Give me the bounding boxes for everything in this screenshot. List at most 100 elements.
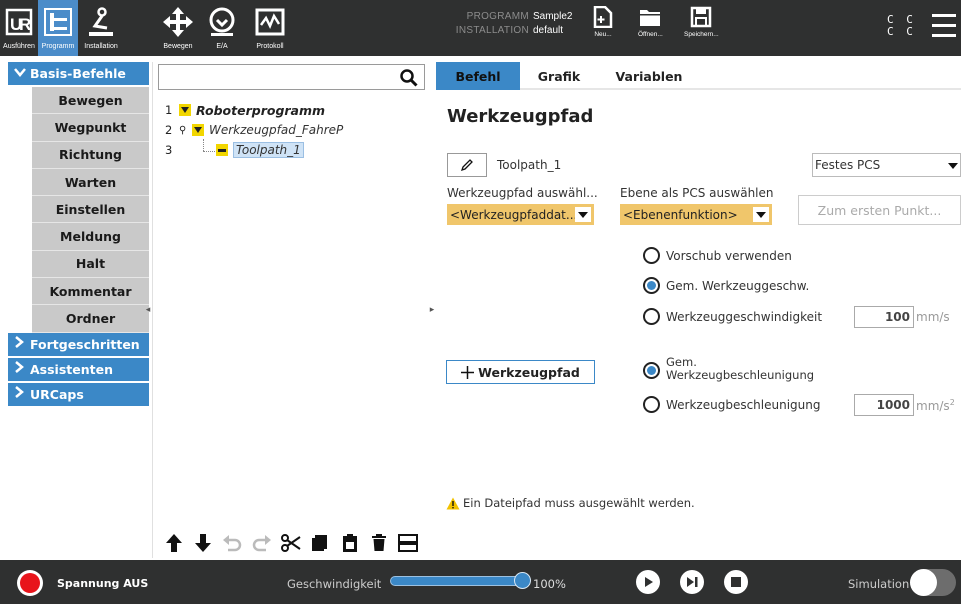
open-button[interactable]: Öffnen...	[638, 6, 663, 38]
play-button[interactable]	[636, 570, 660, 594]
save-button[interactable]: Speichern...	[684, 6, 719, 38]
category-basic-label: Basis-Befehle	[30, 66, 126, 81]
power-button[interactable]	[17, 570, 43, 596]
radio-common-speed-label: Gem. Werkzeuggeschw.	[666, 279, 810, 293]
nav-installation[interactable]: Installation	[80, 0, 122, 56]
speed-label: Geschwindigkeit	[287, 577, 382, 591]
tree-line-number: 3	[165, 143, 173, 157]
radio-tool-accel-label: Werkzeugbeschleunigung	[666, 398, 821, 412]
nav-io[interactable]: E/A	[200, 0, 244, 56]
tree-node-2[interactable]: 2 ⚲ Werkzeugpfad_FahreP	[165, 121, 343, 139]
radio-common-accel-line2: Werkzeugbeschleunigung	[666, 368, 815, 382]
tool-speed-input[interactable]: 100	[854, 306, 914, 328]
hamburger-menu-icon[interactable]	[932, 14, 956, 40]
installation-key: INSTALLATION	[455, 25, 529, 36]
nav-move[interactable]: Bewegen	[158, 0, 198, 56]
io-icon	[204, 4, 240, 40]
nav-run-label: Ausführen	[3, 43, 35, 50]
collapse-left-handle-icon[interactable]: ◂	[144, 304, 152, 316]
collapse-node-icon[interactable]	[216, 144, 228, 156]
tool-accel-unit: mm/s2	[916, 398, 955, 413]
plane-feature-value: <Ebenenfunktion>	[623, 207, 738, 222]
cut-icon[interactable]	[280, 532, 302, 554]
command-richtung[interactable]: Richtung	[32, 141, 149, 169]
plane-feature-dropdown[interactable]: <Ebenenfunktion>	[620, 204, 772, 225]
undo-icon[interactable]	[221, 532, 243, 554]
copy-icon[interactable]	[309, 532, 331, 554]
category-advanced[interactable]: Fortgeschritten	[8, 332, 149, 358]
tab-grafik[interactable]: Grafik	[524, 62, 594, 90]
category-wizards[interactable]: Assistenten	[8, 357, 149, 383]
redo-icon[interactable]	[251, 532, 273, 554]
command-einstellen[interactable]: Einstellen	[32, 196, 149, 224]
nav-io-label: E/A	[216, 43, 228, 50]
rename-button[interactable]	[447, 153, 487, 177]
speed-slider-handle[interactable]	[513, 572, 531, 589]
chevron-down-icon	[575, 207, 591, 222]
category-wizards-label: Assistenten	[30, 361, 113, 377]
program-key: PROGRAMM	[466, 11, 529, 22]
nav-log-label: Protokoll	[256, 43, 284, 50]
move-up-icon[interactable]	[163, 532, 185, 554]
chevron-right-icon	[14, 386, 30, 402]
command-wegpunkt[interactable]: Wegpunkt	[32, 114, 149, 142]
add-toolpath-button[interactable]: Werkzeugpfad	[446, 360, 595, 384]
program-tree-icon	[40, 4, 76, 40]
radio-feed[interactable]	[643, 247, 660, 264]
chevron-down-icon	[753, 207, 769, 222]
command-ordner[interactable]: Ordner	[32, 305, 149, 333]
delete-icon[interactable]	[368, 532, 390, 554]
ur-logo-icon: UR	[1, 4, 37, 40]
nav-log[interactable]: Protokoll	[248, 0, 292, 56]
tree-toolbar	[153, 528, 429, 558]
page-title: Werkzeugpfad	[447, 106, 594, 127]
tab-variablen[interactable]: Variablen	[606, 62, 692, 90]
move-to-first-point-button[interactable]: Zum ersten Punkt...	[798, 195, 961, 225]
stop-button[interactable]	[724, 570, 748, 594]
add-toolpath-label: Werkzeugpfad	[478, 364, 580, 380]
tool-accel-unit-exponent: 2	[949, 398, 955, 407]
tab-befehl[interactable]: Befehl	[436, 62, 520, 90]
command-bewegen[interactable]: Bewegen	[32, 87, 149, 115]
move-down-icon[interactable]	[192, 532, 214, 554]
simulation-toggle[interactable]	[910, 569, 956, 596]
new-label: Neu...	[594, 31, 612, 38]
category-basic[interactable]: Basis-Befehle	[8, 62, 149, 87]
pcs-dropdown[interactable]: Festes PCS	[812, 153, 961, 177]
tool-accel-input[interactable]: 1000	[854, 394, 914, 416]
expand-triangle-icon[interactable]	[179, 104, 191, 116]
new-button[interactable]: Neu...	[593, 6, 613, 38]
radio-tool-accel[interactable]	[643, 396, 660, 413]
step-button[interactable]	[680, 570, 704, 594]
tree-node-label: Werkzeugpfad_FahreP	[209, 123, 344, 137]
tree-node-3[interactable]: 3 Toolpath_1	[165, 139, 304, 159]
command-halt[interactable]: Halt	[32, 250, 149, 279]
program-tree-panel: 1 Roboterprogramm 2 ⚲ Werkzeugpfad_Fahre…	[152, 62, 429, 558]
radio-common-speed[interactable]	[643, 277, 660, 294]
paste-icon[interactable]	[339, 532, 361, 554]
command-warten[interactable]: Warten	[32, 168, 149, 197]
toolpath-file-dropdown[interactable]: <Werkzeugpfaddat...	[447, 204, 594, 225]
bottom-bar: Spannung AUS Geschwindigkeit 100% Simula…	[0, 560, 961, 604]
expand-triangle-icon[interactable]	[192, 124, 204, 136]
radio-tool-speed[interactable]	[643, 308, 660, 325]
command-kommentar[interactable]: Kommentar	[32, 278, 149, 306]
tree-node-label-selected: Toolpath_1	[233, 142, 304, 158]
category-urcaps[interactable]: URCaps	[8, 382, 149, 408]
command-meldung[interactable]: Meldung	[32, 223, 149, 251]
radio-common-accel[interactable]	[643, 362, 660, 379]
chevron-down-icon	[14, 66, 30, 81]
search-icon[interactable]	[400, 69, 418, 87]
select-plane-label: Ebene als PCS auswählen	[620, 186, 774, 200]
radio-common-accel-label: Gem. Werkzeugbeschleunigung	[666, 356, 814, 382]
nav-program[interactable]: Programm	[38, 0, 78, 56]
nav-run[interactable]: UR Ausführen	[0, 0, 38, 56]
suppress-icon[interactable]	[397, 532, 419, 554]
tree-line-number: 2	[165, 123, 173, 137]
search-input[interactable]	[158, 64, 425, 90]
tree-node-1[interactable]: 1 Roboterprogramm	[165, 101, 325, 119]
speed-slider[interactable]	[390, 576, 526, 586]
new-file-icon	[593, 6, 613, 28]
step-icon	[687, 577, 698, 587]
collapse-tree-handle-icon[interactable]: ▸	[428, 304, 436, 316]
